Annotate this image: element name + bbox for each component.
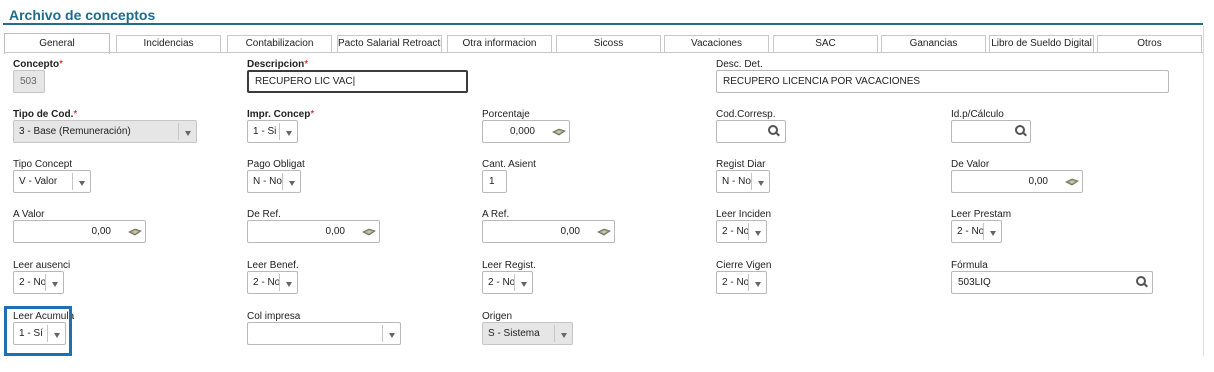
leer-ausenci-select[interactable]: 2 - No (13, 271, 64, 294)
cod-corresp-label: Cod.Corresp. (716, 109, 776, 120)
regist-diar-select[interactable]: N - No (716, 170, 770, 193)
col-impresa-label: Col impresa (247, 311, 301, 322)
leer-prestam-value: 2 - No (957, 226, 985, 237)
tab-contabilizacion[interactable]: Contabilizacion (227, 35, 332, 53)
tipo-cod-value: 3 - Base (Remuneración) (19, 126, 131, 137)
money-icon[interactable] (128, 228, 142, 236)
chevron-down-icon (279, 274, 297, 291)
leer-ausenci-label: Leer ausenci (13, 260, 71, 271)
leer-inciden-label: Leer Inciden (716, 209, 772, 220)
window-title-bar: Archivo de conceptos (3, 5, 1203, 25)
desc-det-label: Desc. Det. (716, 59, 763, 70)
tabs-divider (4, 52, 1204, 53)
chevron-down-icon (983, 223, 1001, 240)
money-icon[interactable] (362, 228, 376, 236)
id-calculo-label: Id.p/Cálculo (951, 109, 1004, 120)
a-valor-label: A Valor (13, 209, 45, 220)
chevron-down-icon (178, 123, 196, 140)
leer-regist-select[interactable]: 2 - No (482, 271, 533, 294)
chevron-down-icon (279, 123, 297, 140)
chevron-down-icon (514, 274, 532, 291)
de-ref-field[interactable]: 0,00 (247, 220, 380, 243)
concepto-field[interactable]: 503 (13, 70, 45, 93)
descripcion-label: Descripcion* (247, 59, 309, 70)
tab-otros[interactable]: Otros (1097, 35, 1202, 53)
money-icon[interactable] (1065, 178, 1079, 186)
leer-ausenci-value: 2 - No (19, 277, 47, 288)
leer-inciden-value: 2 - No (722, 226, 750, 237)
a-ref-field[interactable]: 0,00 (482, 220, 615, 243)
leer-regist-label: Leer Regist. (482, 260, 536, 271)
origen-value: S - Sistema (488, 328, 540, 339)
cierre-vigen-label: Cierre Vigen (716, 260, 772, 271)
concepto-label: Concepto* (13, 59, 64, 70)
leer-benef-select[interactable]: 2 - No (247, 271, 298, 294)
chevron-down-icon (751, 173, 769, 190)
pago-obligat-select[interactable]: N - No (247, 170, 301, 193)
leer-benef-label: Leer Benef. (247, 260, 299, 271)
pago-obligat-value: N - No (253, 176, 282, 187)
tab-sac[interactable]: SAC (773, 35, 878, 53)
origen-label: Origen (482, 311, 513, 322)
chevron-down-icon (282, 173, 300, 190)
porcentaje-label: Porcentaje (482, 109, 530, 120)
tipo-concept-value: V - Valor (19, 176, 58, 187)
leer-acumula-highlight (4, 306, 72, 356)
leer-prestam-label: Leer Prestam (951, 209, 1012, 220)
impr-concep-value: 1 - Si (253, 126, 277, 137)
tipo-concept-label: Tipo Concept (13, 159, 73, 170)
descripcion-field[interactable]: RECUPERO LIC VAC| (247, 70, 468, 93)
right-scroll-edge (1203, 26, 1204, 356)
formula-label: Fórmula (951, 260, 988, 271)
tab-libro-sueldo-digital[interactable]: Libro de Sueldo Digital (989, 35, 1094, 53)
impr-concep-label: Impr. Concep* (247, 109, 315, 120)
tipo-cod-label: Tipo de Cod.* (13, 109, 78, 120)
pago-obligat-label: Pago Obligat (247, 159, 305, 170)
chevron-down-icon (748, 274, 766, 291)
tab-incidencias[interactable]: Incidencias (116, 35, 221, 53)
cant-asient-field[interactable]: 1 (482, 170, 507, 193)
search-icon[interactable] (768, 125, 780, 137)
de-valor-label: De Valor (951, 159, 990, 170)
chevron-down-icon (382, 325, 400, 342)
origen-select[interactable]: S - Sistema (482, 322, 573, 345)
tab-sicoss[interactable]: Sicoss (556, 35, 661, 53)
leer-prestam-select[interactable]: 2 - No (951, 220, 1002, 243)
chevron-down-icon (72, 173, 90, 190)
col-impresa-select[interactable] (247, 322, 401, 345)
leer-inciden-select[interactable]: 2 - No (716, 220, 767, 243)
cierre-vigen-value: 2 - No (722, 277, 750, 288)
chevron-down-icon (554, 325, 572, 342)
chevron-down-icon (45, 274, 63, 291)
tipo-concept-select[interactable]: V - Valor (13, 170, 91, 193)
de-valor-field[interactable]: 0,00 (951, 170, 1083, 193)
desc-det-field[interactable]: RECUPERO LICENCIA POR VACACIONES (716, 70, 1169, 93)
page-title: Archivo de conceptos (9, 7, 156, 23)
regist-diar-label: Regist Diar (716, 159, 766, 170)
search-icon[interactable] (1136, 276, 1148, 288)
money-icon[interactable] (552, 128, 566, 136)
cant-asient-label: Cant. Asient (482, 159, 536, 170)
cierre-vigen-select[interactable]: 2 - No (716, 271, 767, 294)
leer-benef-value: 2 - No (253, 277, 281, 288)
regist-diar-value: N - No (722, 176, 751, 187)
de-ref-label: De Ref. (247, 209, 281, 220)
money-icon[interactable] (597, 228, 611, 236)
tab-otra-informacion[interactable]: Otra informacion (447, 35, 552, 53)
tab-ganancias[interactable]: Ganancias (881, 35, 986, 53)
tipo-cod-select[interactable]: 3 - Base (Remuneración) (13, 120, 197, 143)
tab-bar: General Incidencias Contabilizacion Pact… (4, 33, 1204, 54)
tab-vacaciones[interactable]: Vacaciones (664, 35, 769, 53)
a-ref-label: A Ref. (482, 209, 510, 220)
chevron-down-icon (748, 223, 766, 240)
impr-concep-select[interactable]: 1 - Si (247, 120, 298, 143)
tab-general[interactable]: General (4, 33, 110, 54)
formula-field[interactable]: 503LIQ (951, 271, 1153, 294)
tab-pacto-salarial[interactable]: Pacto Salarial Retroactivo (337, 35, 442, 53)
a-valor-field[interactable]: 0,00 (13, 220, 146, 243)
search-icon[interactable] (1015, 125, 1027, 137)
leer-regist-value: 2 - No (488, 277, 516, 288)
